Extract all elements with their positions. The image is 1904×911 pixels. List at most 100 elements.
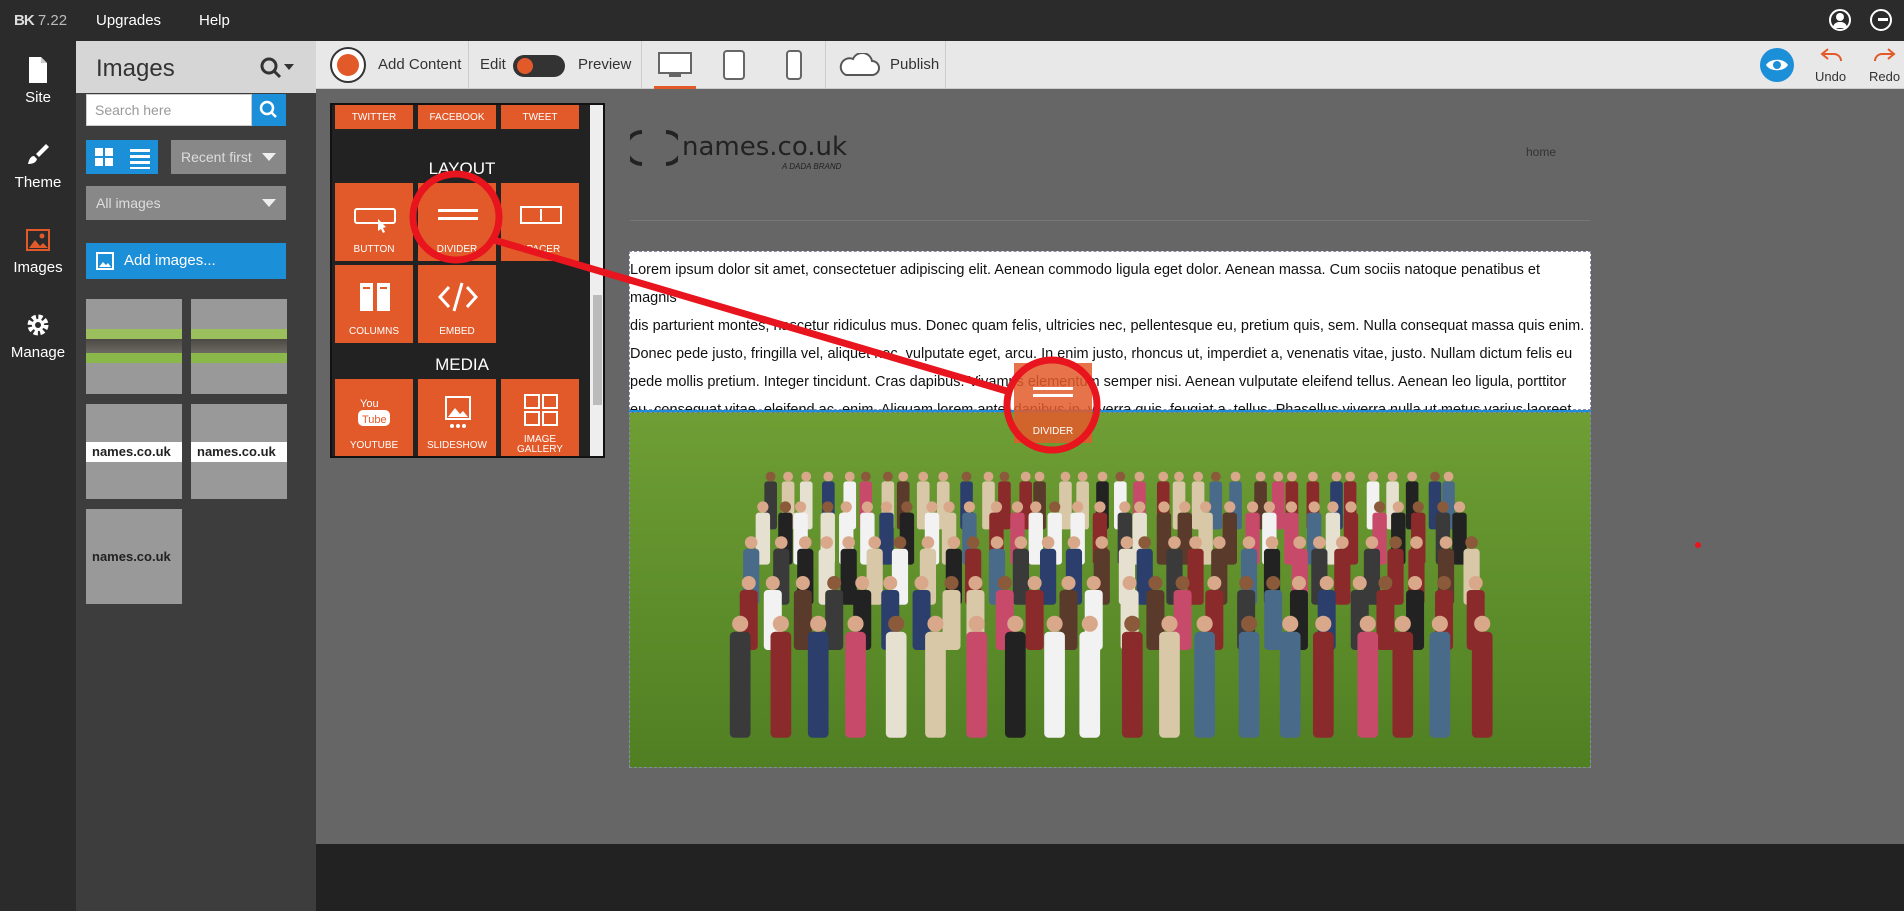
crowd-head [842,536,855,549]
crowd-head [1345,471,1356,482]
crowd-head [741,576,756,590]
crowd-head [966,536,980,549]
widget-spacer[interactable]: SPACER [501,183,579,261]
page-icon [29,57,47,83]
logout-icon[interactable] [1870,9,1892,31]
image-thumb[interactable] [191,299,287,394]
image-thumb[interactable]: names.co.uk [86,404,182,499]
add-content-button[interactable] [330,47,366,83]
crowd-person [1194,631,1215,738]
widget-facebook[interactable]: FACEBOOK [418,105,496,129]
undo-button[interactable]: Undo [1812,41,1852,89]
search-dropdown-icon[interactable] [260,57,296,79]
phone-view-button[interactable] [778,41,808,89]
publish-button[interactable]: Publish [836,41,946,89]
desktop-view-button[interactable] [654,41,696,89]
crowd-head [1336,536,1349,549]
filter-value: All images [96,195,161,211]
logo-text: names.co.uk [682,132,848,162]
rail-item-site[interactable]: Site [0,57,76,137]
rail-item-manage[interactable]: Manage [0,312,76,392]
crowd-person [845,631,866,738]
crowd-head [1315,615,1332,632]
image-thumb[interactable] [86,299,182,394]
widget-embed[interactable]: EMBED [418,265,496,343]
undo-label: Undo [1815,69,1847,84]
crowd-head [765,576,780,590]
rail-label: Images [13,259,63,276]
crowd-head [1067,536,1081,549]
crowd-person [1334,548,1351,605]
grid-view-button[interactable] [86,140,122,174]
crowd-person [1429,631,1451,738]
sort-select[interactable]: Recent first [171,140,286,174]
crowd-head [1410,536,1423,549]
menu-help[interactable]: Help [199,12,230,29]
add-content-widgets-panel: TWITTER FACEBOOK TWEET LAYOUT BUTTON DIV… [330,103,605,458]
crowd-head [1161,615,1178,632]
left-rail: Site Theme Images Manage [0,41,76,911]
crowd-head [1331,471,1342,482]
widget-twitter[interactable]: TWITTER [335,105,413,129]
search-input[interactable] [86,94,252,126]
group-photo[interactable] [629,412,1591,768]
publish-label: Publish [890,56,940,73]
crowd-head [1158,471,1169,482]
widget-label: SLIDESHOW [426,440,487,451]
crowd-head [1193,471,1204,482]
slideshow-icon [445,396,471,428]
group-photo-thumb [191,329,287,363]
toggle-knob [517,58,533,74]
crowd-head [1207,576,1222,590]
grid-icon [337,54,359,76]
widget-tweet[interactable]: TWEET [501,105,579,129]
menu-upgrades[interactable]: Upgrades [96,12,161,29]
list-view-button[interactable] [122,140,158,174]
site-logo: names.co.uk A DADA BRAND [630,128,860,174]
crowd-head [999,471,1010,482]
add-content-label[interactable]: Add Content [378,56,461,73]
edit-preview-toggle[interactable] [513,55,565,77]
tablet-view-button[interactable] [718,41,748,89]
scrollbar-thumb[interactable] [593,295,602,405]
widget-button[interactable]: BUTTON [335,183,413,261]
dragged-divider-widget[interactable]: DIVIDER [1014,363,1092,443]
crowd-head [844,471,855,482]
crowd-head [927,615,944,632]
add-images-button[interactable]: Add images... [86,243,286,279]
crowd-head [1230,471,1241,482]
image-thumb[interactable]: names.co.uk [86,509,182,604]
crowd-head [1359,615,1376,632]
widget-youtube[interactable]: You Tube YOUTUBE [335,379,413,456]
image-thumb[interactable]: names.co.uk [191,404,287,499]
widget-slideshow[interactable]: SLIDESHOW [418,379,496,456]
rail-label: Theme [14,174,62,191]
preview-eye-button[interactable] [1760,48,1794,82]
search-button[interactable] [252,94,286,126]
crowd-head [947,536,961,549]
text-block[interactable]: Lorem ipsum dolor sit amet, consectetuer… [629,251,1591,418]
crowd-person [1079,631,1101,738]
rail-item-images[interactable]: Images [0,227,76,307]
crowd-head [1097,471,1108,482]
rail-item-theme[interactable]: Theme [0,142,76,222]
crowd-head [772,615,789,632]
widget-label: TWEET [522,112,558,123]
widget-columns[interactable]: COLUMNS [335,265,413,343]
widget-divider[interactable]: DIVIDER [418,183,496,261]
chevron-down-icon [262,153,276,161]
widget-image-gallery[interactable]: IMAGE GALLERY [501,379,579,456]
crowd-head [1134,471,1145,482]
crowd-head [1158,501,1170,513]
crowd-person [807,631,829,738]
redo-button[interactable]: Redo [1862,41,1902,89]
crowd-head [1392,501,1404,513]
filter-select[interactable]: All images [86,186,286,220]
account-icon[interactable] [1829,9,1851,31]
nav-home-link[interactable]: home [1526,145,1556,159]
crowd-head [1242,536,1256,549]
crowd-head [1120,536,1134,549]
widget-label: DIVIDER [436,244,478,255]
crowd-head [938,471,949,482]
widgets-scrollbar[interactable] [590,105,603,456]
